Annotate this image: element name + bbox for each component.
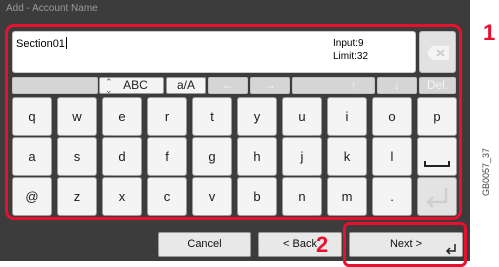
case-toggle-key[interactable]: a/A: [166, 77, 206, 94]
key-label: u: [298, 109, 306, 124]
key-label: g: [208, 149, 216, 164]
key-label: a: [28, 149, 36, 164]
key-label: q: [28, 109, 36, 124]
key-s[interactable]: s: [57, 137, 97, 176]
keyboard-frame: Section01 Input:9 Limit:32 ⌃ ⌄ ABC a/A ← …: [5, 24, 462, 220]
callout-number-2: 2: [316, 232, 329, 257]
key-e[interactable]: e: [102, 97, 142, 136]
key-label: y: [253, 109, 261, 124]
key-label: z: [73, 189, 81, 204]
key-y[interactable]: y: [237, 97, 277, 136]
key-r[interactable]: r: [147, 97, 187, 136]
backspace-button[interactable]: [419, 31, 456, 73]
key-label: t: [210, 109, 214, 124]
key-label: r: [164, 109, 170, 124]
key-label: v: [208, 189, 216, 204]
blank-control-key: [12, 77, 98, 94]
key-label: .: [390, 189, 394, 204]
key-o[interactable]: o: [372, 97, 412, 136]
key-u[interactable]: u: [282, 97, 322, 136]
key-label: n: [298, 189, 306, 204]
key-q[interactable]: q: [12, 97, 52, 136]
key-x[interactable]: x: [102, 177, 142, 216]
abc-mode-label: ABC: [123, 78, 148, 92]
key-label: w: [72, 109, 82, 124]
space-icon: [424, 161, 450, 167]
input-limit-label: Limit:32: [333, 51, 369, 62]
arrow-down-key[interactable]: ↓: [377, 77, 417, 94]
key-j[interactable]: j: [282, 137, 322, 176]
key-l[interactable]: l: [372, 137, 412, 176]
key-label: c: [163, 189, 171, 204]
enter-key[interactable]: [417, 177, 457, 216]
key-m[interactable]: m: [327, 177, 367, 216]
key-label: @: [25, 189, 39, 204]
key-f[interactable]: f: [147, 137, 187, 176]
arrow-up-icon: ↑: [350, 78, 357, 92]
text-cursor: [65, 37, 67, 49]
window-title: Add - Account Name: [6, 3, 98, 14]
key-label: i: [345, 109, 349, 124]
enter-icon: [426, 188, 448, 208]
input-count-label: Input:9: [333, 38, 364, 49]
key-p[interactable]: p: [417, 97, 457, 136]
key-label: h: [253, 149, 261, 164]
key-label: b: [253, 189, 261, 204]
key-w[interactable]: w: [57, 97, 97, 136]
case-toggle-label: a/A: [176, 78, 195, 92]
key-i[interactable]: i: [327, 97, 367, 136]
key-label: f: [165, 149, 169, 164]
arrow-up-key[interactable]: ↑: [292, 77, 375, 94]
key-at[interactable]: @: [12, 177, 52, 216]
shift-updown-icon: ⌃ ⌄: [105, 77, 113, 95]
key-a[interactable]: a: [12, 137, 52, 176]
space-key[interactable]: [417, 137, 457, 176]
delete-key[interactable]: Del.: [419, 77, 456, 94]
key-t[interactable]: t: [192, 97, 232, 136]
figure-code: GB0057_37: [481, 147, 491, 196]
key-label: x: [118, 189, 126, 204]
cancel-button[interactable]: Cancel: [158, 232, 251, 257]
key-g[interactable]: g: [192, 137, 232, 176]
cancel-label: Cancel: [187, 238, 222, 250]
arrow-right-icon: →: [264, 78, 276, 92]
arrow-down-icon: ↓: [394, 78, 400, 92]
key-label: d: [118, 149, 126, 164]
input-value: Section01: [16, 38, 65, 50]
key-label: s: [73, 149, 81, 164]
back-label: < Back: [283, 238, 317, 250]
key-label: p: [433, 109, 441, 124]
key-z[interactable]: z: [57, 177, 97, 216]
abc-mode-key[interactable]: ⌃ ⌄ ABC: [99, 77, 164, 95]
key-h[interactable]: h: [237, 137, 277, 176]
arrow-left-icon: ←: [222, 78, 234, 92]
arrow-left-key[interactable]: ←: [208, 77, 248, 94]
key-label: j: [300, 149, 304, 164]
key-period[interactable]: .: [372, 177, 412, 216]
key-v[interactable]: v: [192, 177, 232, 216]
key-label: o: [388, 109, 396, 124]
callout-number-1: 1: [483, 20, 496, 45]
key-d[interactable]: d: [102, 137, 142, 176]
key-k[interactable]: k: [327, 137, 367, 176]
backspace-icon: [427, 46, 449, 60]
key-label: m: [341, 189, 353, 204]
key-n[interactable]: n: [282, 177, 322, 216]
arrow-right-key[interactable]: →: [250, 77, 290, 94]
control-key-row: ⌃ ⌄ ABC a/A ← → ↑ ↓ Del.: [8, 77, 458, 95]
character-counter: Input:9 Limit:32: [333, 37, 368, 63]
text-input-field[interactable]: Section01 Input:9 Limit:32: [12, 31, 416, 73]
key-label: e: [118, 109, 126, 124]
next-button-callout: [343, 222, 467, 267]
key-label: l: [390, 149, 394, 164]
key-label: k: [343, 149, 351, 164]
back-button[interactable]: < Back: [258, 232, 342, 257]
key-b[interactable]: b: [237, 177, 277, 216]
delete-key-label: Del.: [426, 78, 449, 92]
input-value-wrap: Section01: [16, 37, 67, 50]
key-c[interactable]: c: [147, 177, 187, 216]
